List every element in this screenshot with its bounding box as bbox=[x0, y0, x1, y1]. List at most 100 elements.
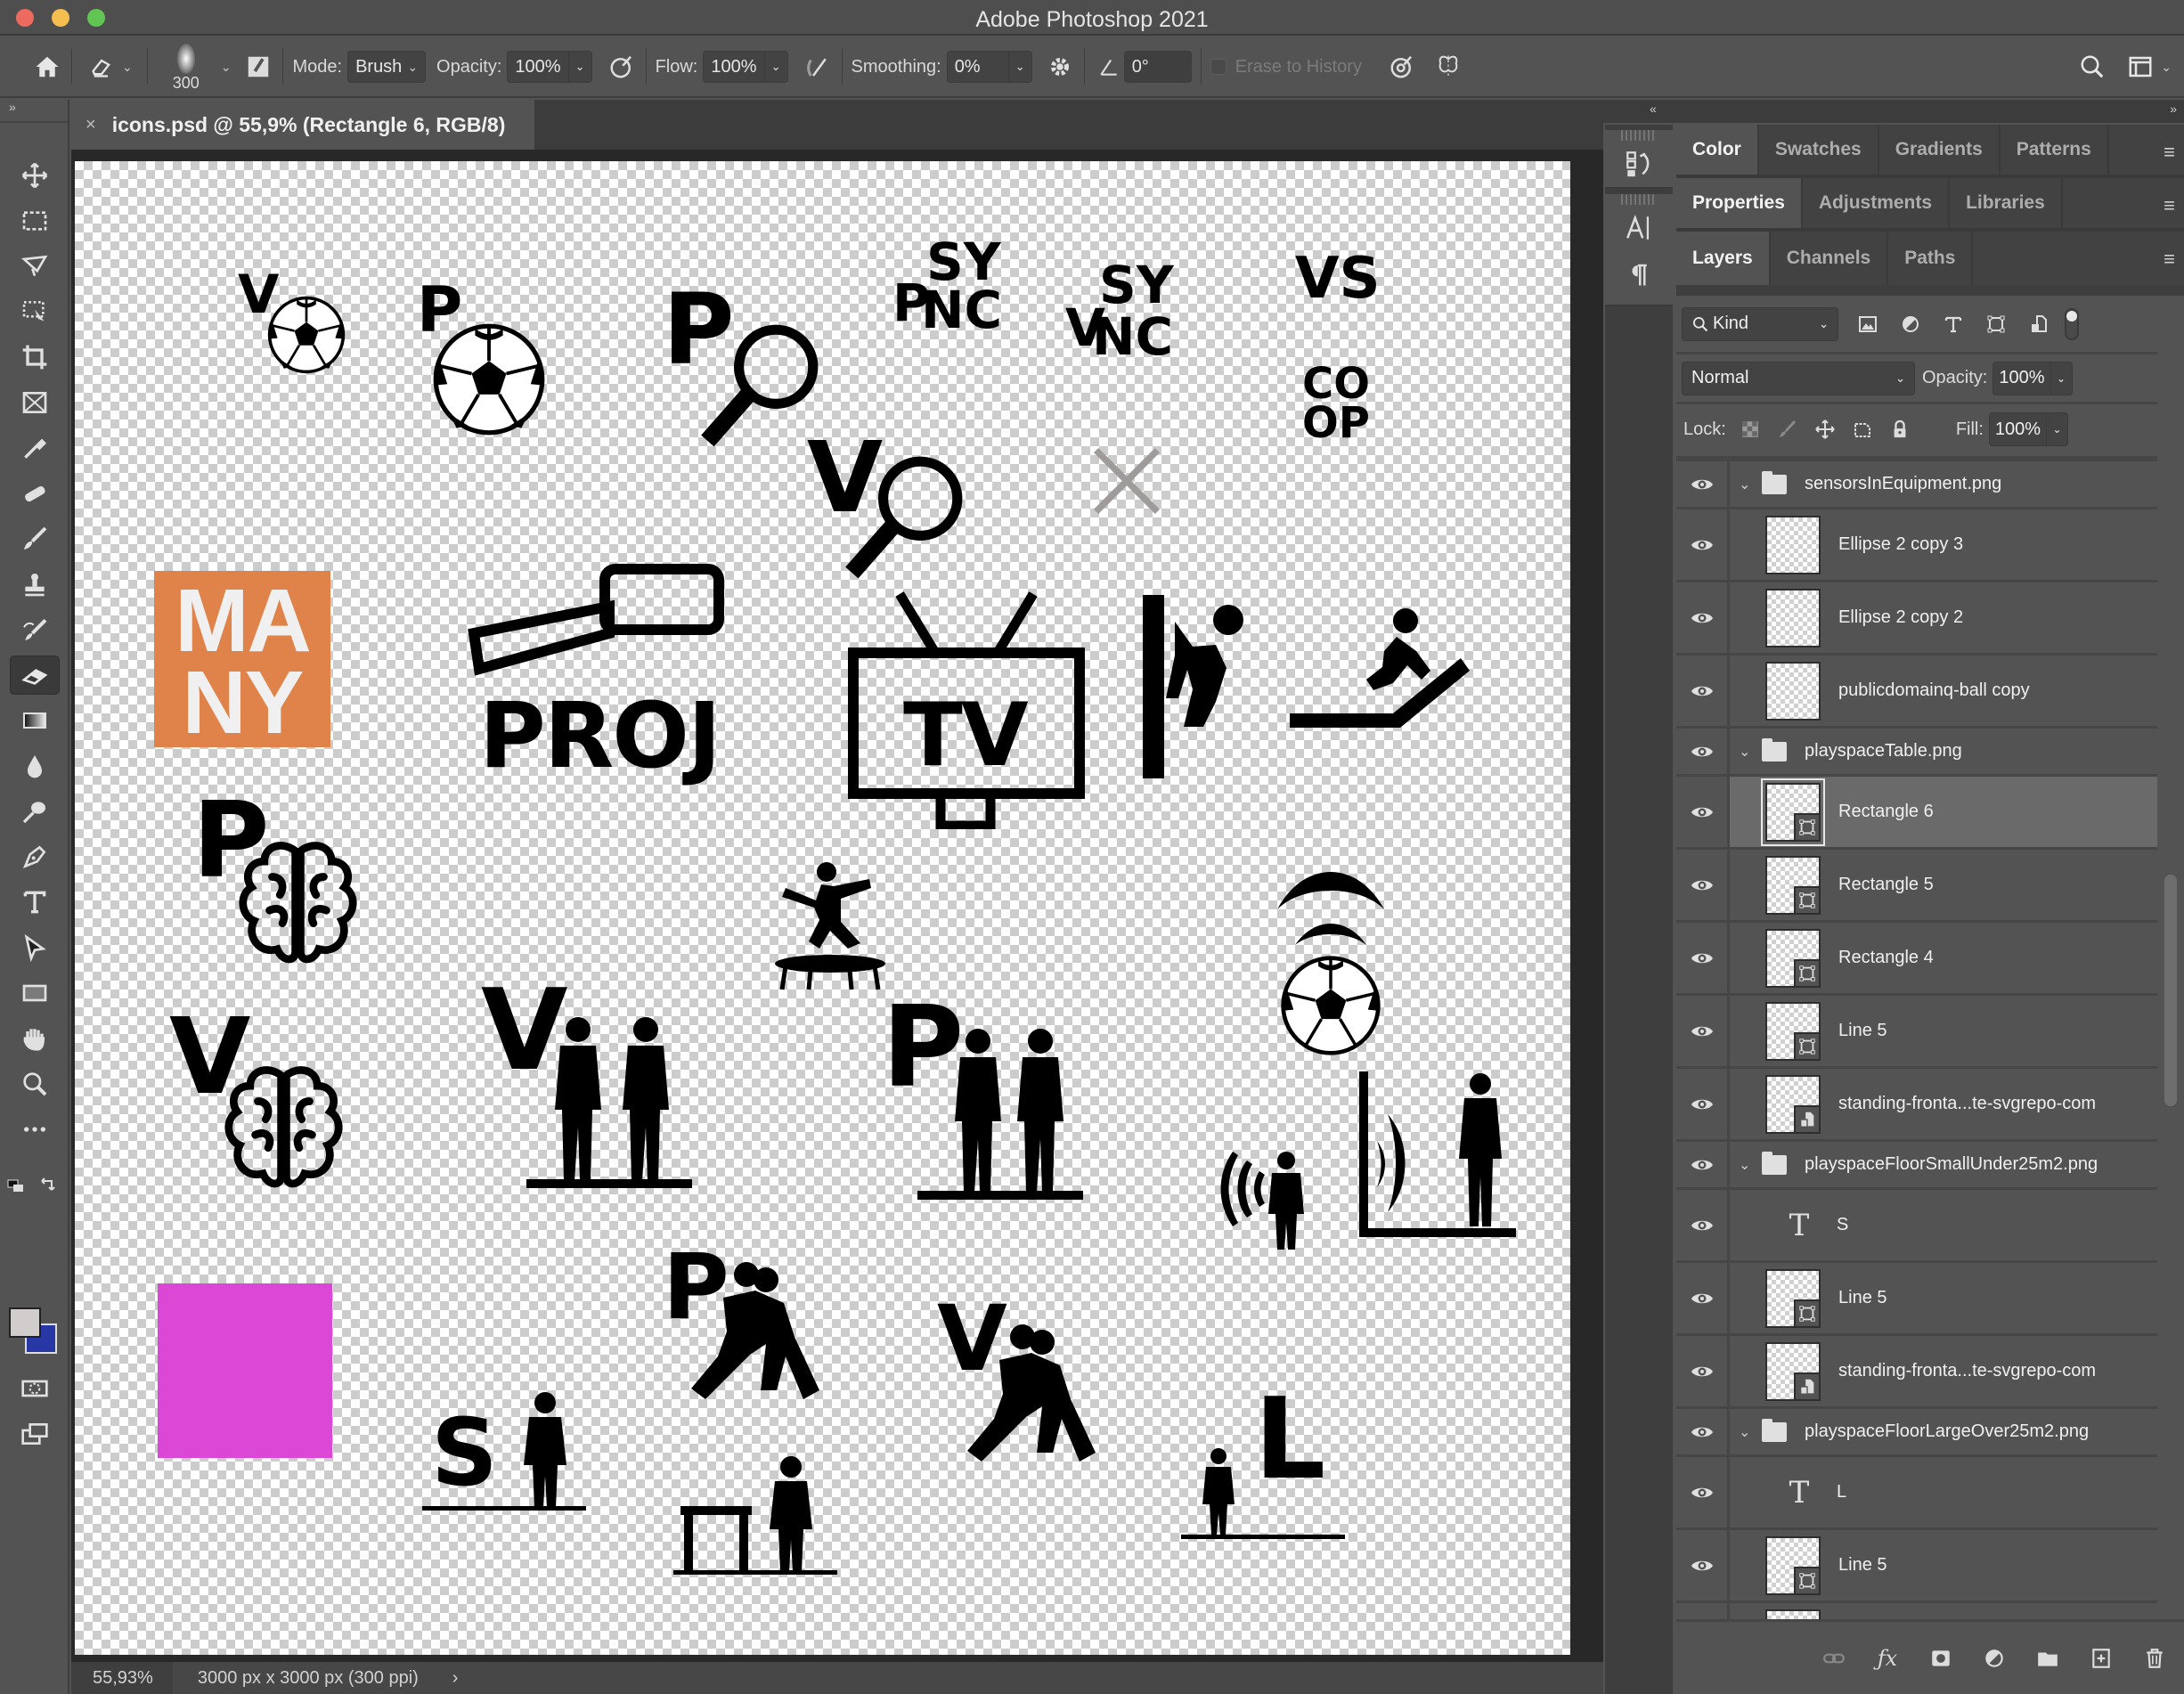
visibility-toggle[interactable] bbox=[1676, 777, 1730, 847]
tool-frame[interactable] bbox=[10, 383, 60, 422]
tool-pen[interactable] bbox=[10, 837, 60, 876]
visibility-toggle[interactable] bbox=[1676, 1190, 1730, 1260]
chevron-down-icon[interactable]: ⌄ bbox=[1007, 52, 1031, 82]
tool-zoom[interactable] bbox=[10, 1064, 60, 1104]
symmetry-button[interactable] bbox=[1433, 52, 1463, 82]
visibility-toggle[interactable] bbox=[1676, 1069, 1730, 1139]
chevron-down-icon[interactable]: ⌄ bbox=[221, 60, 232, 75]
filter-kind-select[interactable]: Kind ⌄ bbox=[1682, 306, 1838, 341]
visibility-toggle[interactable] bbox=[1676, 923, 1730, 993]
quick-mask-button[interactable] bbox=[10, 1369, 60, 1408]
lock-all[interactable] bbox=[1887, 416, 1913, 443]
default-colors-button[interactable] bbox=[7, 1179, 25, 1193]
layer-content[interactable]: ⌄ playspaceFloorSmallUnder25m2.png bbox=[1730, 1142, 2157, 1187]
filter-smart-objects[interactable] bbox=[2025, 311, 2052, 338]
home-button[interactable] bbox=[32, 52, 62, 82]
visibility-toggle[interactable] bbox=[1676, 1457, 1730, 1527]
foreground-color-swatch[interactable] bbox=[9, 1307, 41, 1338]
chevron-down-icon[interactable]: ⌄ bbox=[2161, 60, 2172, 75]
tool-path-selection[interactable] bbox=[10, 928, 60, 967]
chevron-down-icon[interactable]: ⌄ bbox=[1739, 1423, 1758, 1441]
history-panel-button[interactable] bbox=[1605, 141, 1673, 187]
visibility-toggle[interactable] bbox=[1676, 656, 1730, 726]
document-tab[interactable]: × icons.psd @ 55,9% (Rectangle 6, RGB/8) bbox=[71, 100, 534, 150]
layer-content[interactable]: Line 5 bbox=[1730, 1263, 2157, 1333]
layer-content[interactable]: Line 5 bbox=[1730, 996, 2157, 1066]
layer-opacity-field[interactable]: 100% ⌄ bbox=[1992, 361, 2073, 395]
filter-type-layers[interactable] bbox=[1940, 311, 1967, 338]
visibility-toggle[interactable] bbox=[1676, 461, 1730, 507]
lock-artboard[interactable] bbox=[1849, 416, 1876, 443]
lock-transparent-pixels[interactable] bbox=[1737, 416, 1764, 443]
character-panel-button[interactable] bbox=[1605, 205, 1673, 251]
visibility-toggle[interactable] bbox=[1676, 1263, 1730, 1333]
angle-field[interactable]: 0° bbox=[1123, 51, 1192, 83]
pressure-size-button[interactable] bbox=[1387, 52, 1417, 82]
close-document-icon[interactable]: × bbox=[86, 115, 96, 135]
layer-row[interactable]: Rectangle 4 bbox=[1676, 923, 2157, 996]
tab-channels[interactable]: Channels bbox=[1771, 232, 1889, 285]
tool-more[interactable] bbox=[10, 1110, 60, 1149]
layer-row[interactable]: TL bbox=[1676, 1457, 2157, 1530]
filter-pixel-layers[interactable] bbox=[1854, 311, 1881, 338]
layer-content[interactable]: Line 5 bbox=[1730, 1530, 2157, 1600]
layer-row[interactable]: Line 5 bbox=[1676, 996, 2157, 1069]
chevron-down-icon[interactable]: ⌄ bbox=[567, 52, 591, 82]
tool-eraser[interactable] bbox=[10, 656, 60, 695]
airbrush-button[interactable] bbox=[803, 52, 833, 82]
tool-hand[interactable] bbox=[10, 1019, 60, 1058]
tool-blur[interactable] bbox=[10, 746, 60, 786]
layer-content[interactable]: ⌄ playspaceTable.png bbox=[1730, 729, 2157, 774]
workspace-switcher[interactable] bbox=[2125, 52, 2155, 82]
new-adjustment-layer-button[interactable] bbox=[1979, 1643, 2009, 1674]
screen-mode-button[interactable] bbox=[10, 1414, 60, 1454]
visibility-toggle[interactable] bbox=[1676, 1603, 1730, 1619]
layer-group-row[interactable]: ⌄ playspaceTable.png bbox=[1676, 729, 2157, 777]
chevron-down-icon[interactable]: ⌄ bbox=[1739, 476, 1758, 493]
tool-rectangular-marquee[interactable] bbox=[10, 201, 60, 240]
layer-group-row[interactable]: ⌄ sensorsInEquipment.png bbox=[1676, 461, 2157, 509]
tool-dodge[interactable] bbox=[10, 792, 60, 831]
layer-content[interactable]: Ellipse 2 copy 2 bbox=[1730, 582, 2157, 653]
swap-colors-button[interactable] bbox=[39, 1176, 59, 1195]
tool-eyedropper[interactable] bbox=[10, 428, 60, 468]
chevron-down-icon[interactable]: ⌄ bbox=[2046, 413, 2067, 445]
expand-dock-button[interactable]: « bbox=[1650, 102, 1657, 116]
panel-menu-icon[interactable]: ≡ bbox=[2164, 141, 2175, 164]
layer-group-row[interactable]: ⌄ playspaceFloorSmallUnder25m2.png bbox=[1676, 1142, 2157, 1190]
brush-settings-button[interactable] bbox=[243, 52, 273, 82]
brush-preset-picker[interactable]: 300 bbox=[162, 40, 210, 94]
visibility-toggle[interactable] bbox=[1676, 729, 1730, 774]
layer-row[interactable]: Line 5 bbox=[1676, 1263, 2157, 1336]
pressure-opacity-button[interactable] bbox=[607, 52, 637, 82]
fill-field[interactable]: 100% ⌄ bbox=[1988, 412, 2069, 446]
collapse-toolbar-button[interactable]: » bbox=[0, 100, 68, 123]
chevron-down-icon[interactable]: ⌄ bbox=[1739, 1156, 1758, 1174]
layer-content[interactable]: Ellipse 2 copy 3 bbox=[1730, 509, 2157, 580]
tool-preset-picker[interactable]: ⌄ bbox=[86, 52, 133, 82]
document-canvas[interactable]: V P P P SY NC V SY NC VS CO OP V MA NY P… bbox=[75, 161, 1570, 1655]
layer-row[interactable]: Ellipse 2 copy 2 bbox=[1676, 582, 2157, 656]
layer-row[interactable]: TS bbox=[1676, 1190, 2157, 1263]
new-layer-button[interactable] bbox=[2086, 1643, 2116, 1674]
tool-rectangle[interactable] bbox=[10, 973, 60, 1013]
add-mask-button[interactable] bbox=[1926, 1643, 1956, 1674]
panel-menu-icon[interactable]: ≡ bbox=[2164, 248, 2175, 271]
tool-lasso[interactable] bbox=[10, 247, 60, 286]
tab-swatches[interactable]: Swatches bbox=[1759, 125, 1879, 175]
search-button[interactable] bbox=[2077, 52, 2107, 82]
zoom-level[interactable]: 55,93% bbox=[71, 1662, 173, 1694]
chevron-down-icon[interactable]: ⌄ bbox=[1739, 743, 1758, 761]
layer-row[interactable]: standing-fronta...te-svgrepo-com bbox=[1676, 1603, 2157, 1619]
delete-layer-button[interactable] bbox=[2139, 1643, 2170, 1674]
visibility-toggle[interactable] bbox=[1676, 582, 1730, 653]
erase-to-history-checkbox[interactable] bbox=[1210, 59, 1226, 75]
tool-move[interactable] bbox=[10, 156, 60, 195]
tab-properties[interactable]: Properties bbox=[1676, 178, 1803, 228]
lock-image-pixels[interactable] bbox=[1774, 416, 1801, 443]
layer-content[interactable]: publicdomainq-ball copy bbox=[1730, 656, 2157, 726]
magenta-rectangle[interactable] bbox=[158, 1283, 332, 1458]
visibility-toggle[interactable] bbox=[1676, 1336, 1730, 1406]
tab-paths[interactable]: Paths bbox=[1888, 232, 1974, 285]
layer-content[interactable]: Rectangle 4 bbox=[1730, 923, 2157, 993]
